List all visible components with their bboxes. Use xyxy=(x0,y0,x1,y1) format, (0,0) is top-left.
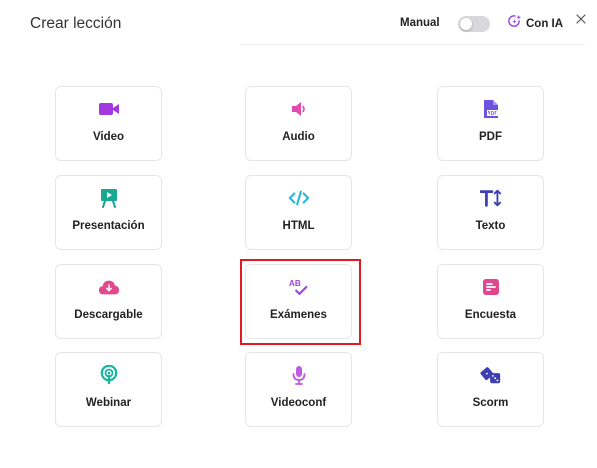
card-examenes[interactable]: AB Exámenes xyxy=(245,264,352,339)
card-label: Audio xyxy=(282,131,315,143)
card-encuesta[interactable]: Encuesta xyxy=(437,264,544,339)
text-size-icon xyxy=(479,188,502,208)
card-html[interactable]: HTML xyxy=(245,175,352,250)
card-descargable[interactable]: Descargable xyxy=(55,264,162,339)
card-label: PDF xyxy=(479,131,502,143)
card-texto[interactable]: Texto xyxy=(437,175,544,250)
card-label: Exámenes xyxy=(270,309,327,321)
card-audio[interactable]: Audio xyxy=(245,86,352,161)
card-webinar[interactable]: Webinar xyxy=(55,352,162,427)
video-camera-icon xyxy=(98,99,120,119)
card-scorm[interactable]: Scorm xyxy=(437,352,544,427)
lesson-type-grid: Video Audio PDF Presentación HTML Texto xyxy=(0,0,597,468)
microphone-icon xyxy=(288,365,310,385)
dice-icon xyxy=(480,365,502,385)
card-presentacion[interactable]: Presentación xyxy=(55,175,162,250)
cloud-download-icon xyxy=(98,277,120,297)
card-pdf[interactable]: PDF xyxy=(437,86,544,161)
card-label: Texto xyxy=(475,220,506,232)
code-brackets-icon xyxy=(288,188,310,208)
card-label: Scorm xyxy=(472,397,509,409)
speaker-icon xyxy=(288,99,310,119)
card-videoconf[interactable]: Videoconf xyxy=(245,352,352,427)
pdf-file-icon xyxy=(480,99,502,119)
card-label: Video xyxy=(92,131,125,143)
card-label: HTML xyxy=(282,220,315,232)
presentation-easel-icon xyxy=(98,188,120,208)
broadcast-icon xyxy=(98,365,120,385)
card-label: Descargable xyxy=(74,309,143,321)
card-video[interactable]: Video xyxy=(55,86,162,161)
survey-list-icon xyxy=(480,277,502,297)
card-label: Presentación xyxy=(72,220,145,232)
card-label: Videoconf xyxy=(270,397,327,409)
card-label: Webinar xyxy=(85,397,132,409)
card-label: Encuesta xyxy=(464,309,517,321)
ab-check-icon: AB xyxy=(288,277,310,297)
svg-text:AB: AB xyxy=(288,279,300,288)
